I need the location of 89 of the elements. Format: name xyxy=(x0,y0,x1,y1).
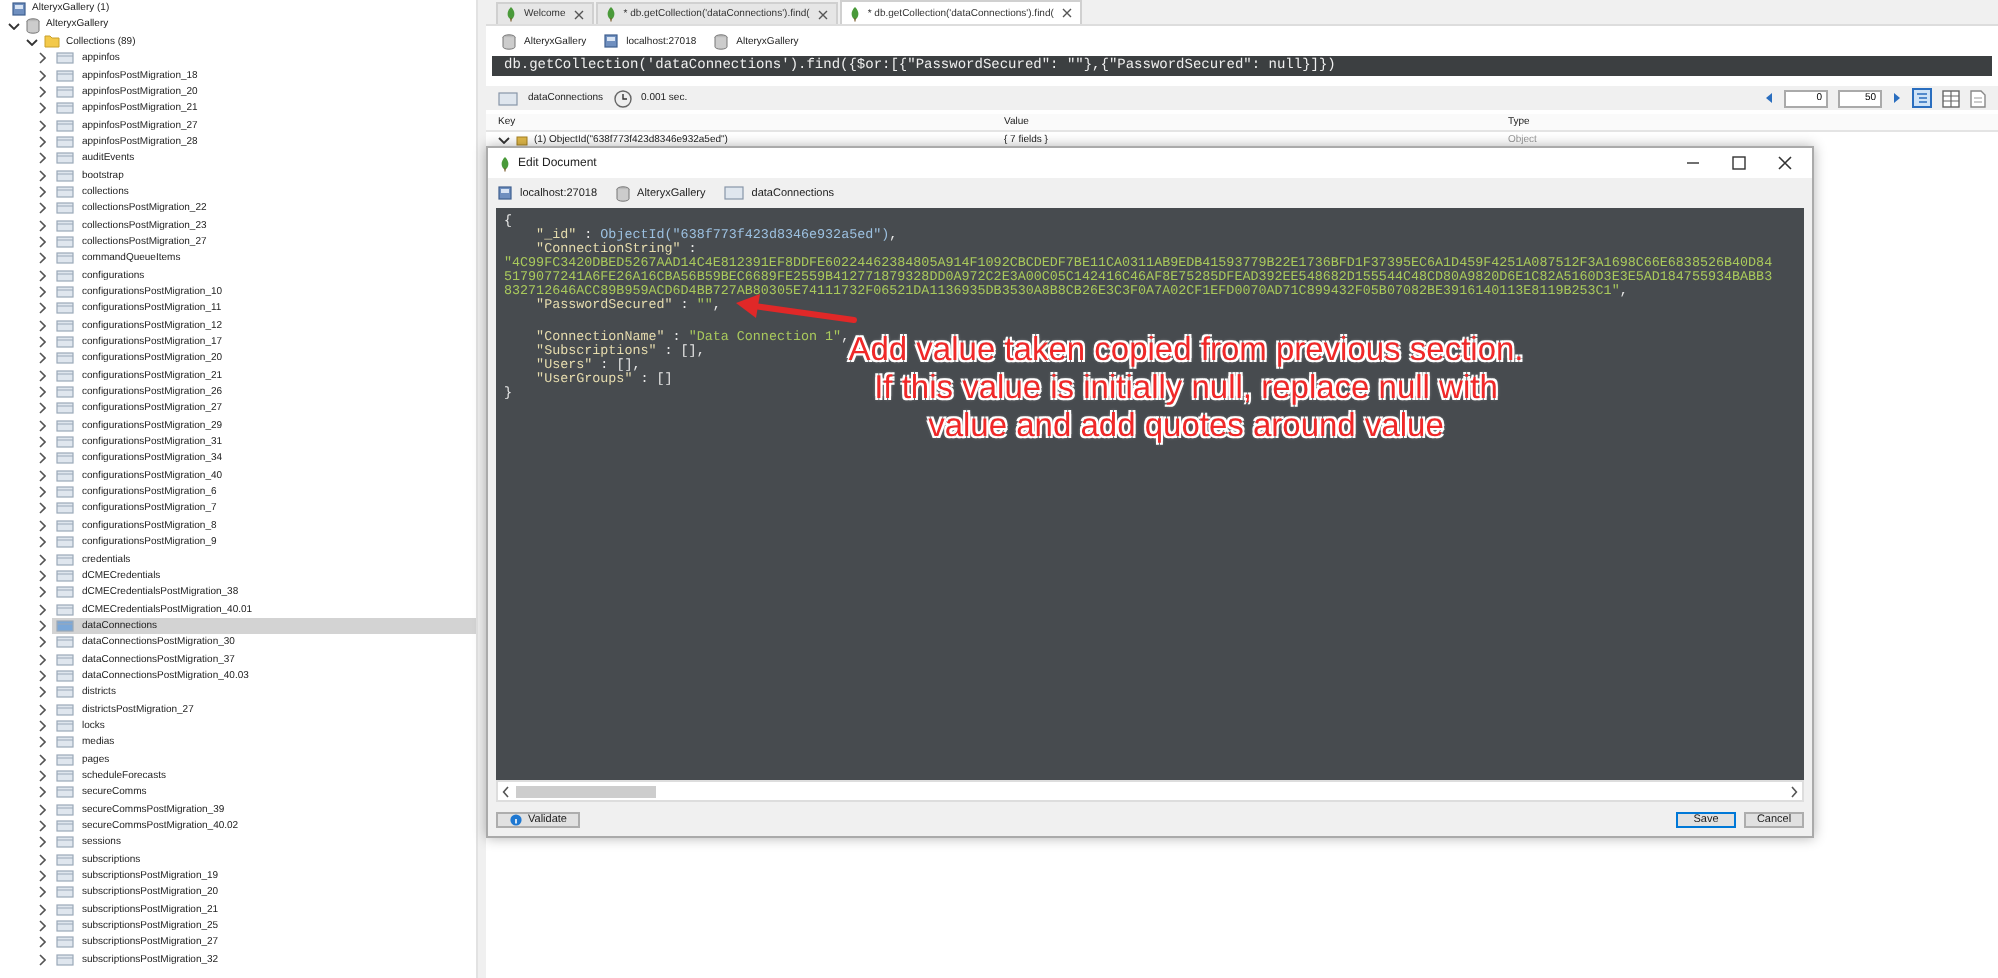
arrow xyxy=(736,294,857,323)
code-editor[interactable] xyxy=(496,208,1804,780)
table-icon xyxy=(56,436,74,449)
close-icon xyxy=(1061,8,1072,18)
scroll-left-icon xyxy=(502,785,510,797)
table-icon xyxy=(56,603,74,616)
close-icon[interactable] xyxy=(1778,156,1792,170)
table-icon xyxy=(56,803,74,816)
table-icon xyxy=(56,786,74,799)
close-icon xyxy=(817,9,828,19)
table-icon xyxy=(56,336,74,349)
table-icon xyxy=(56,903,74,916)
table-icon xyxy=(56,252,74,265)
table-icon xyxy=(56,703,74,716)
close-icon xyxy=(573,9,584,19)
collection-icon xyxy=(498,91,518,105)
table-icon xyxy=(56,502,74,515)
table-icon xyxy=(56,152,74,165)
table-icon xyxy=(56,519,74,532)
table-icon xyxy=(56,185,74,198)
table-icon xyxy=(56,269,74,282)
table-icon xyxy=(56,853,74,866)
table-icon xyxy=(56,619,74,632)
server-icon xyxy=(498,186,512,200)
leaf-icon xyxy=(605,6,616,22)
scrollbar[interactable] xyxy=(476,0,486,978)
table-icon xyxy=(56,653,74,666)
table-icon xyxy=(56,469,74,482)
table-view-icon[interactable] xyxy=(1942,89,1960,107)
minimize-icon[interactable] xyxy=(1686,156,1700,170)
maximize-icon[interactable] xyxy=(1732,156,1746,170)
text-view-icon[interactable] xyxy=(1970,89,1986,107)
previous-page-icon[interactable] xyxy=(1764,92,1774,104)
table-icon xyxy=(56,536,74,549)
table-icon xyxy=(56,452,74,465)
table-icon xyxy=(56,936,74,949)
server-icon xyxy=(604,34,619,48)
database-icon xyxy=(714,33,729,49)
table-icon xyxy=(56,719,74,732)
table-icon xyxy=(56,753,74,766)
database-icon xyxy=(502,33,516,49)
table-icon xyxy=(56,419,74,432)
table-icon xyxy=(56,553,74,566)
table-icon xyxy=(56,402,74,415)
table-icon xyxy=(56,302,74,315)
annotation-text: Add value taken copied from previous section. If this value is initially null, replace null with value and add quotes around value xyxy=(846,332,1526,446)
table-icon xyxy=(56,836,74,849)
table-icon xyxy=(56,135,74,148)
leaf-icon xyxy=(500,155,510,171)
collection-icon xyxy=(723,186,744,200)
table-icon xyxy=(56,119,74,132)
document-icon xyxy=(516,135,528,145)
table-icon xyxy=(56,920,74,933)
table-icon xyxy=(56,669,74,682)
next-page-icon[interactable] xyxy=(1892,92,1902,104)
table-icon xyxy=(56,319,74,332)
tree-view-icon[interactable] xyxy=(1912,88,1932,108)
table-icon xyxy=(56,386,74,399)
database-icon xyxy=(615,185,630,201)
horizontal-scrollbar[interactable] xyxy=(496,780,1804,802)
table-icon xyxy=(56,286,74,299)
table-icon xyxy=(56,52,74,65)
table-icon xyxy=(56,235,74,248)
table-icon xyxy=(56,202,74,215)
table-icon xyxy=(56,686,74,699)
table-icon xyxy=(56,102,74,115)
server-icon xyxy=(12,1,26,16)
table-icon xyxy=(56,169,74,182)
table-icon xyxy=(56,586,74,599)
leaf-icon xyxy=(506,6,516,22)
folder-icon xyxy=(44,34,60,49)
table-icon xyxy=(56,769,74,782)
table-icon xyxy=(56,736,74,749)
table-icon xyxy=(56,953,74,966)
table-icon xyxy=(56,352,74,365)
table-icon xyxy=(56,486,74,499)
scroll-right-icon xyxy=(1790,785,1798,797)
database-icon xyxy=(26,17,40,34)
info-icon xyxy=(510,813,522,825)
table-icon xyxy=(56,870,74,883)
table-icon xyxy=(56,369,74,382)
table-icon xyxy=(56,636,74,649)
table-icon xyxy=(56,820,74,833)
table-icon xyxy=(56,69,74,82)
table-icon xyxy=(56,886,74,899)
table-icon xyxy=(56,219,74,232)
table-icon xyxy=(56,569,74,582)
table-icon xyxy=(56,85,74,98)
leaf-icon xyxy=(849,5,860,21)
